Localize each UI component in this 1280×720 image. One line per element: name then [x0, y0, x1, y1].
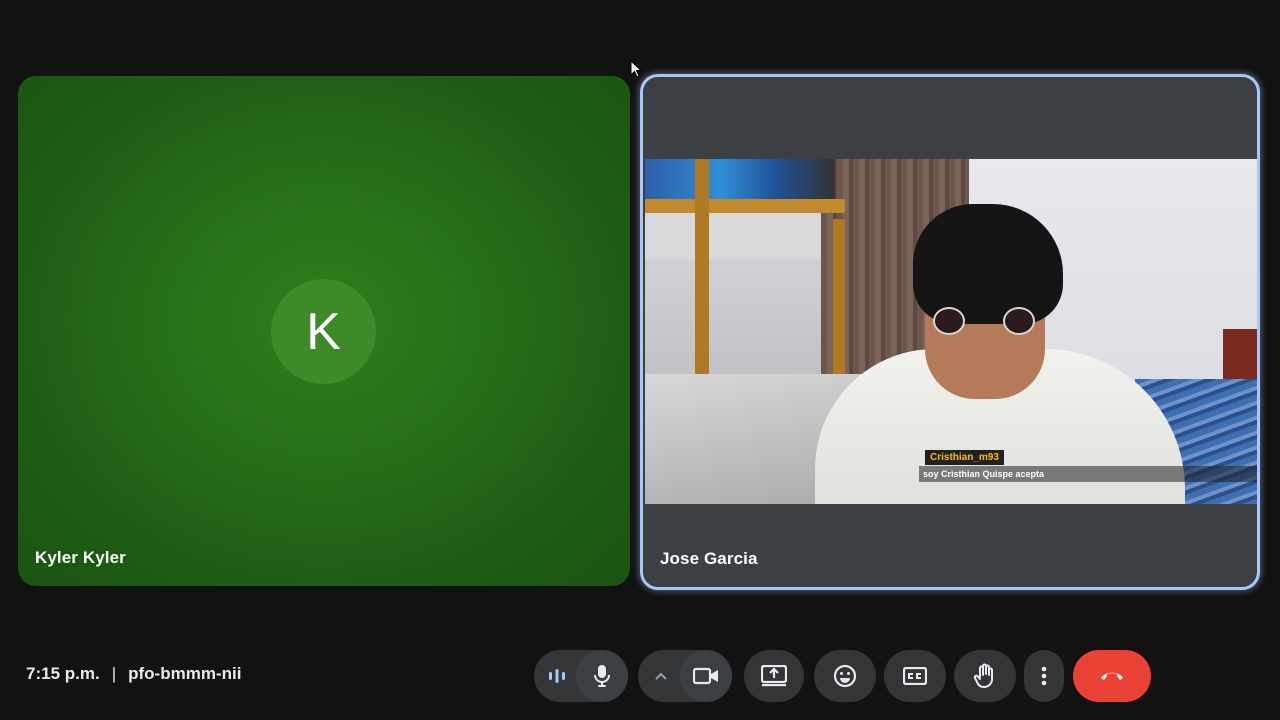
present-icon: [761, 665, 787, 687]
mouse-cursor-icon: [630, 60, 642, 78]
participant-tile-kyler[interactable]: K Kyler Kyler: [18, 76, 630, 586]
audio-levels-icon: [534, 668, 580, 684]
participant-name: Kyler Kyler: [35, 548, 126, 567]
present-button[interactable]: [744, 650, 804, 702]
microphone-button[interactable]: [576, 650, 628, 702]
mic-icon: [594, 665, 610, 687]
camera-button[interactable]: [680, 650, 732, 702]
emoji-icon: [833, 664, 857, 688]
meeting-code[interactable]: pfo-bmmm-nii: [128, 664, 241, 684]
leave-call-button[interactable]: [1073, 650, 1151, 702]
mic-control-group: [534, 650, 628, 702]
closed-caption-icon: [903, 667, 927, 685]
hand-icon: [973, 663, 993, 688]
divider: |: [111, 664, 117, 683]
videocam-icon: [693, 667, 718, 685]
live-caption: Cristhian_m93 soy Cristhian Quispe acept…: [919, 447, 1257, 482]
avatar: K: [271, 279, 376, 384]
raise-hand-button[interactable]: [954, 650, 1016, 702]
more-options-button[interactable]: [1024, 650, 1064, 702]
caption-speaker: Cristhian_m93: [925, 450, 1004, 465]
participant-name: Jose Garcia: [660, 549, 758, 568]
chevron-up-icon: [655, 672, 667, 680]
call-end-icon: [1101, 672, 1123, 680]
meeting-time: 7:15 p.m.: [26, 664, 100, 683]
meeting-stage: K Kyler Kyler Cristhian_m93 soy Cristhia…: [0, 0, 1280, 720]
participant-video: Cristhian_m93 soy Cristhian Quispe acept…: [645, 159, 1257, 504]
reactions-button[interactable]: [814, 650, 876, 702]
caption-text: soy Cristhian Quispe acepta: [919, 466, 1257, 482]
more-vert-icon: [1041, 666, 1047, 686]
participant-tile-jose[interactable]: Cristhian_m93 soy Cristhian Quispe acept…: [640, 74, 1260, 590]
camera-control-group: [638, 650, 732, 702]
camera-options-button[interactable]: [638, 671, 684, 681]
meeting-info: 7:15 p.m. | pfo-bmmm-nii: [26, 664, 241, 684]
captions-button[interactable]: [884, 650, 946, 702]
